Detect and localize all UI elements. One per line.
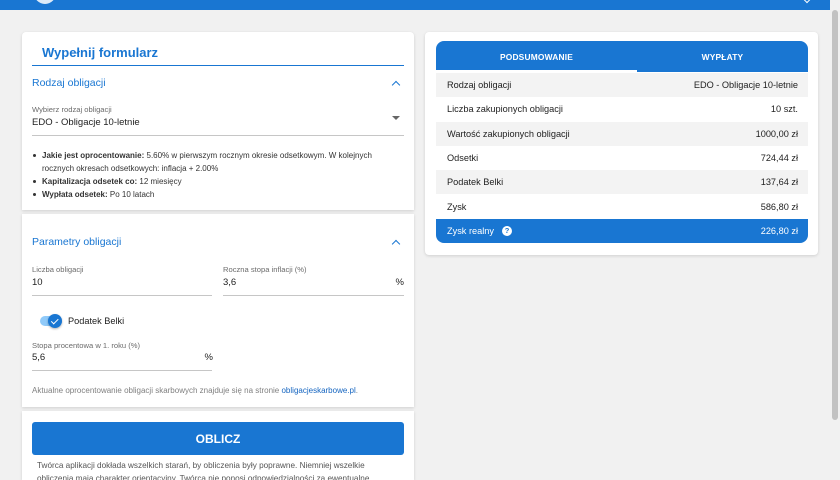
section-title: Parametry obligacji: [32, 236, 122, 248]
input-underline: [223, 295, 404, 296]
summary-row-label: Wartość zakupionych obligacji: [447, 128, 570, 139]
info-label: Wypłata odsetek:: [42, 190, 108, 199]
rates-note-text: Aktualne oprocentowanie obligacji skarbo…: [32, 386, 282, 395]
form-title-divider: [32, 65, 404, 66]
summary-row-value-total: Wartość zakupionych obligacji 1000,00 zł: [436, 121, 808, 146]
first-year-rate-value: 5,6: [32, 352, 46, 363]
list-item: Wypłata odsetek: Po 10 latach: [32, 188, 397, 201]
info-value: Po 10 latach: [109, 190, 155, 199]
summary-card: PODSUMOWANIE WYPŁATY Rodzaj obligacji ED…: [425, 32, 818, 255]
bond-type-select-value: EDO - Obligacje 10-letnie: [32, 117, 140, 128]
inflation-label: Roczna stopa inflacji (%): [223, 265, 307, 274]
real-profit-label-group: Zysk realny: [447, 225, 512, 236]
summary-row-real-profit: Zysk realny 226,80 zł: [436, 218, 808, 244]
tab-payouts[interactable]: WYPŁATY: [637, 41, 808, 72]
rates-note: Aktualne oprocentowanie obligacji skarbo…: [32, 385, 358, 396]
summary-row-value: EDO - Obligacje 10-letnie: [693, 80, 798, 91]
quantity-input[interactable]: Liczba obligacji 10: [32, 264, 212, 296]
first-year-rate-label: Stopa procentowa w 1. roku (%): [32, 341, 141, 350]
inflation-value: 3,6: [223, 277, 237, 288]
form-panel-submit: OBLICZ Twórca aplikacji dokłada wszelkic…: [22, 411, 414, 480]
summary-row-value: 586,80 zł: [760, 201, 798, 212]
inflation-input[interactable]: Roczna stopa inflacji (%) 3,6 %: [223, 264, 404, 296]
list-item: Jakie jest oprocentowanie: 5.60% w pierw…: [32, 149, 397, 175]
disclaimer: Twórca aplikacji dokłada wszelkich stara…: [37, 459, 409, 480]
summary-row-tax: Podatek Belki 137,64 zł: [436, 170, 808, 195]
quantity-value: 10: [32, 277, 43, 288]
form-panel-bond-type: Wypełnij formularz Rodzaj obligacji Wybi…: [22, 32, 414, 210]
inflation-unit: %: [395, 277, 404, 288]
summary-row-label: Podatek Belki: [447, 177, 504, 188]
summary-row-value: 137,64 zł: [760, 177, 798, 188]
tax-toggle[interactable]: [40, 314, 64, 328]
rates-note-link[interactable]: obligacjeskarbowe.pl: [281, 386, 355, 395]
summary-row-label: Liczba zakupionych obligacji: [447, 104, 563, 115]
summary-table: Rodzaj obligacji EDO - Obligacje 10-letn…: [436, 73, 808, 244]
calculate-button[interactable]: OBLICZ: [32, 422, 404, 455]
bond-info-list: Jakie jest oprocentowanie: 5.60% w pierw…: [32, 149, 397, 201]
select-underline: [32, 135, 404, 136]
section-header-parameters[interactable]: Parametry obligacji: [32, 233, 404, 251]
scrollbar[interactable]: [830, 0, 840, 480]
summary-row-label: Rodzaj obligacji: [447, 80, 512, 91]
summary-row-value: 724,44 zł: [760, 153, 798, 164]
bond-type-select-label: Wybierz rodzaj obligacji: [32, 105, 112, 114]
form-title: Wypełnij formularz: [42, 45, 159, 60]
summary-row-label: Odsetki: [447, 153, 479, 164]
info-value: 12 miesięcy: [139, 177, 182, 186]
help-icon[interactable]: [501, 225, 512, 236]
summary-row-label: Zysk: [447, 201, 467, 212]
tab-summary[interactable]: PODSUMOWANIE: [436, 41, 637, 72]
check-icon: [51, 316, 59, 324]
bond-type-select[interactable]: Wybierz rodzaj obligacji EDO - Obligacje…: [32, 104, 404, 136]
summary-row-label: Zysk realny: [447, 225, 494, 236]
section-header-bond-type[interactable]: Rodzaj obligacji: [32, 74, 404, 92]
summary-row-count: Liczba zakupionych obligacji 10 szt.: [436, 97, 808, 121]
tax-toggle-label[interactable]: Podatek Belki: [68, 315, 124, 327]
summary-row-value: 226,80 zł: [760, 225, 798, 236]
quantity-label: Liczba obligacji: [32, 265, 84, 274]
scrollbar-thumb[interactable]: [832, 10, 838, 420]
input-underline: [32, 295, 212, 296]
info-label: Jakie jest oprocentowanie:: [42, 151, 145, 160]
disclaimer-line: obliczenia mają charakter orientacyjny. …: [37, 474, 370, 480]
section-title: Rodzaj obligacji: [32, 77, 106, 89]
rates-note-end: .: [355, 386, 358, 395]
summary-row-bond-type: Rodzaj obligacji EDO - Obligacje 10-letn…: [436, 73, 808, 98]
logo-icon: [34, 0, 56, 4]
summary-tabs: PODSUMOWANIE WYPŁATY: [436, 41, 808, 72]
first-year-rate-unit: %: [204, 352, 213, 363]
disclaimer-line: Twórca aplikacji dokłada wszelkich stara…: [37, 461, 365, 470]
list-item: Kapitalizacja odsetek co: 12 miesięcy: [32, 175, 397, 188]
app-header: [0, 0, 830, 10]
chevron-up-icon[interactable]: [391, 80, 401, 90]
summary-row-profit: Zysk 586,80 zł: [436, 194, 808, 218]
summary-row-value: 10 szt.: [770, 104, 798, 115]
form-panel-parameters: Parametry obligacji Liczba obligacji 10 …: [22, 214, 414, 407]
info-label: Kapitalizacja odsetek co:: [42, 177, 138, 186]
input-underline: [32, 370, 212, 371]
first-year-rate-input[interactable]: Stopa procentowa w 1. roku (%) 5,6 %: [32, 340, 213, 372]
summary-row-value: 1000,00 zł: [755, 128, 798, 139]
toggle-knob[interactable]: [48, 314, 62, 328]
summary-row-interest: Odsetki 724,44 zł: [436, 146, 808, 170]
chevron-down-icon[interactable]: [802, 0, 812, 4]
chevron-up-icon[interactable]: [391, 239, 401, 249]
dropdown-arrow-icon[interactable]: [392, 116, 400, 120]
